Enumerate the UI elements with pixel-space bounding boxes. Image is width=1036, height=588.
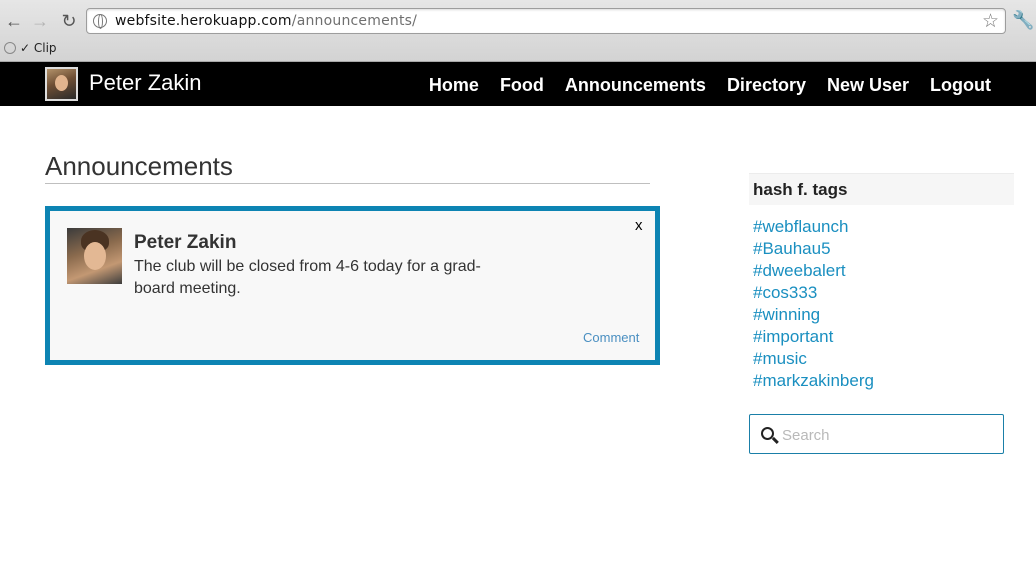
list-item: #music — [753, 348, 874, 370]
search-input[interactable] — [782, 425, 992, 445]
comment-link[interactable]: Comment — [583, 330, 639, 345]
list-item: #webflaunch — [753, 216, 874, 238]
list-item: #Bauhau5 — [753, 238, 874, 260]
hashtag-link[interactable]: #winning — [753, 305, 820, 324]
nav-link-home[interactable]: Home — [418, 62, 489, 106]
user-avatar[interactable] — [45, 67, 78, 101]
hashtags-heading-text: hash f. tags — [753, 180, 848, 199]
list-item: #cos333 — [753, 282, 874, 304]
list-item: #winning — [753, 304, 874, 326]
hashtag-link[interactable]: #important — [753, 327, 833, 346]
bookmark-label: ✓ Clip — [20, 41, 57, 55]
page-title: Announcements — [45, 151, 233, 181]
brand-name[interactable]: Peter Zakin — [89, 70, 202, 96]
nav-link-directory[interactable]: Directory — [716, 62, 816, 106]
nav-link-food[interactable]: Food — [489, 62, 554, 106]
author-avatar — [67, 228, 122, 284]
hashtag-link[interactable]: #Bauhau5 — [753, 239, 831, 258]
globe-icon — [93, 14, 107, 29]
wrench-icon[interactable]: 🔧 — [1012, 10, 1034, 31]
bookmark-star-icon[interactable]: ☆ — [982, 10, 999, 33]
list-item: #markzakinberg — [753, 370, 874, 392]
nav-links: Home Food Announcements Directory New Us… — [418, 62, 1036, 106]
hashtag-link[interactable]: #music — [753, 349, 807, 368]
forward-arrow-icon[interactable]: → — [30, 11, 50, 31]
url-path: /announcements/ — [291, 13, 418, 29]
list-item: #important — [753, 326, 874, 348]
announcement-card: x Peter Zakin The club will be closed fr… — [45, 206, 660, 365]
nav-link-new-user[interactable]: New User — [816, 62, 919, 106]
browser-chrome: ← → ↻ webfsite.herokuapp.com/announcemen… — [0, 0, 1036, 62]
hashtags-heading: hash f. tags — [749, 173, 1014, 205]
nav-link-announcements[interactable]: Announcements — [554, 62, 716, 106]
url-text[interactable]: webfsite.herokuapp.com/announcements/ — [115, 13, 417, 29]
hashtag-link[interactable]: #cos333 — [753, 283, 817, 302]
bookmark-item-clip[interactable]: ✓ Clip — [4, 41, 57, 55]
hashtag-link[interactable]: #dweebalert — [753, 261, 846, 280]
nav-link-logout[interactable]: Logout — [920, 62, 1036, 106]
url-host: webfsite.herokuapp.com — [115, 13, 292, 29]
list-item: #dweebalert — [753, 260, 874, 282]
title-divider — [45, 183, 650, 184]
reload-icon[interactable]: ↻ — [59, 11, 79, 31]
hashtag-link[interactable]: #webflaunch — [753, 217, 848, 236]
search-box — [749, 414, 1004, 454]
globe-icon — [4, 42, 16, 54]
announcement-text: The club will be closed from 4-6 today f… — [134, 258, 481, 297]
hashtag-link[interactable]: #markzakinberg — [753, 371, 874, 390]
announcement-author: Peter Zakin — [134, 232, 237, 253]
search-icon — [761, 427, 774, 440]
back-arrow-icon[interactable]: ← — [4, 11, 24, 31]
site-navbar: Peter Zakin Home Food Announcements Dire… — [0, 62, 1036, 106]
hashtag-list: #webflaunch #Bauhau5 #dweebalert #cos333… — [753, 216, 874, 392]
close-icon[interactable]: x — [635, 217, 643, 234]
address-bar[interactable]: webfsite.herokuapp.com/announcements/ ☆ — [86, 8, 1006, 34]
